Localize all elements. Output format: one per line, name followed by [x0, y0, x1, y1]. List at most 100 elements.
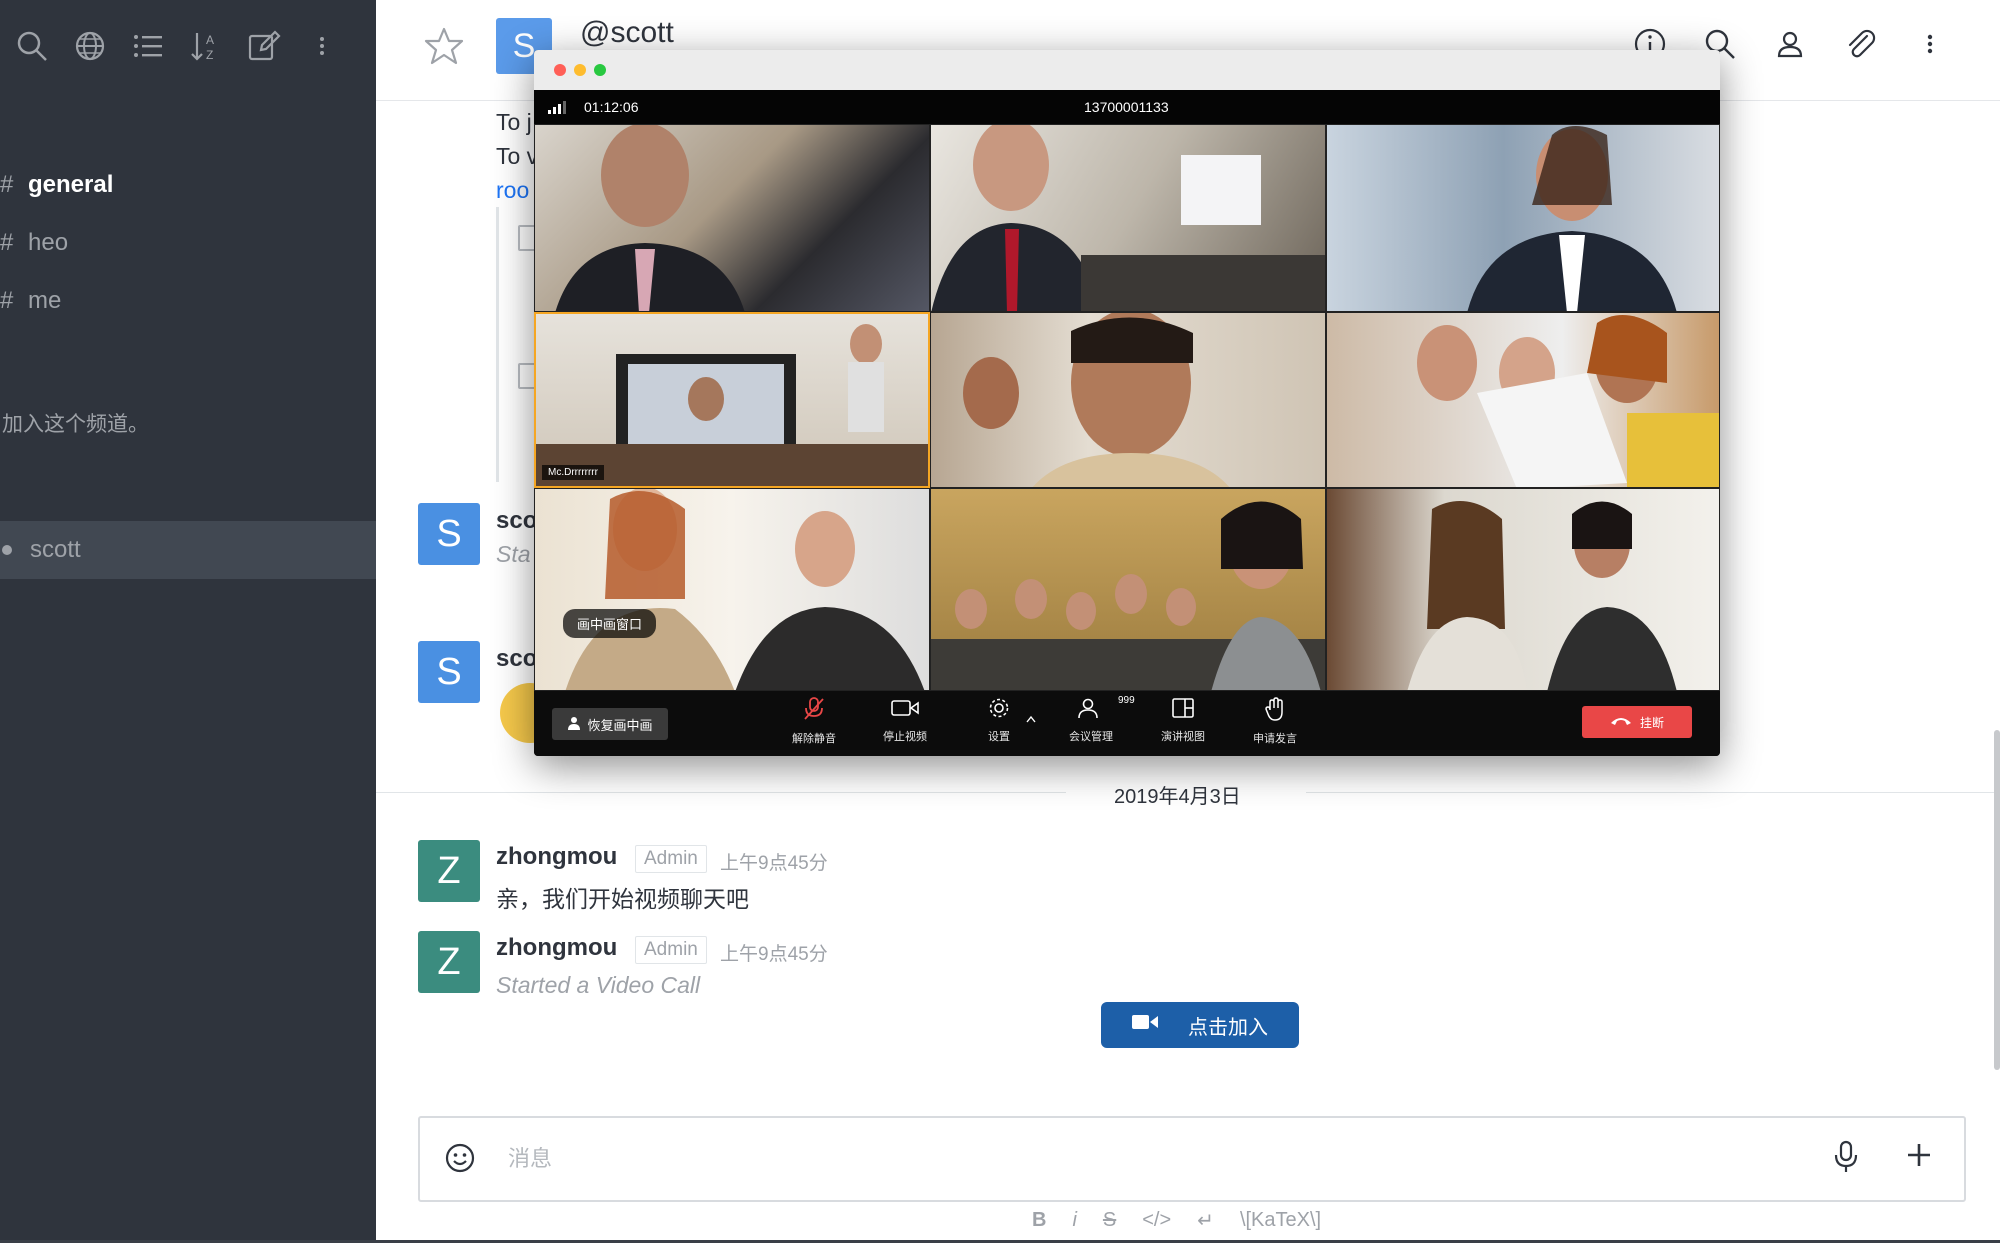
stop-video-button[interactable]: 停止视频 — [870, 697, 940, 744]
meeting-number: 13700001133 — [1084, 99, 1169, 115]
divider-line — [376, 792, 1066, 793]
channel-label: general — [28, 171, 114, 198]
participant-video-tile[interactable] — [1326, 312, 1720, 488]
call-control-bar: 恢复画中画 解除静音 停止视频 设置 999 会议管理 演讲视图 申请发言 挂断 — [534, 691, 1720, 756]
raise-hand-icon — [1265, 697, 1285, 724]
control-label: 演讲视图 — [1161, 731, 1205, 743]
hash-icon: # — [0, 287, 14, 314]
formatting-toolbar: B i S </> ↵ \[KaTeX\] — [1032, 1208, 1321, 1233]
user-icon[interactable] — [1770, 24, 1810, 64]
video-camera-icon — [1132, 1013, 1158, 1037]
close-window-button[interactable] — [554, 64, 566, 76]
sidebar-channel-heo[interactable]: # heo — [0, 214, 376, 272]
window-titlebar[interactable] — [534, 50, 1720, 91]
globe-icon[interactable] — [72, 28, 108, 64]
search-icon[interactable] — [14, 28, 50, 64]
svg-text:Z: Z — [206, 48, 213, 62]
emoji-picker-icon[interactable] — [444, 1142, 476, 1179]
katex-button[interactable]: \[KaTeX\] — [1240, 1209, 1321, 1232]
multiline-button[interactable]: ↵ — [1197, 1208, 1214, 1233]
participant-video-tile[interactable] — [930, 124, 1326, 312]
avatar[interactable]: S — [418, 641, 480, 703]
hash-icon: # — [0, 171, 14, 198]
participant-video-tile[interactable] — [930, 488, 1326, 691]
kebab-menu-icon[interactable] — [1910, 24, 1950, 64]
phone-hangup-icon — [1610, 715, 1632, 729]
pip-window-label: 画中画窗口 — [563, 609, 657, 638]
user-icon — [567, 716, 581, 733]
bold-button[interactable]: B — [1032, 1209, 1046, 1232]
italic-button[interactable]: i — [1072, 1209, 1076, 1232]
participant-video-tile[interactable] — [1326, 488, 1720, 691]
strike-button[interactable]: S — [1103, 1209, 1116, 1232]
username[interactable]: zhongmou — [496, 843, 617, 871]
channel-label: heo — [28, 229, 69, 256]
control-label: 申请发言 — [1253, 733, 1297, 745]
join-video-call-button[interactable]: 点击加入 — [1101, 1002, 1299, 1048]
channel-label: me — [28, 287, 62, 314]
plus-icon[interactable] — [1904, 1140, 1934, 1175]
status-dot — [2, 545, 12, 555]
message-text: To v — [496, 143, 539, 169]
call-timer: 01:12:06 — [584, 99, 639, 115]
layout-icon — [1172, 697, 1194, 722]
camera-icon — [891, 697, 919, 722]
message-time: 上午9点45分 — [720, 944, 828, 965]
hang-up-button[interactable]: 挂断 — [1582, 706, 1692, 738]
sidebar-dm-scott[interactable]: scott — [0, 521, 376, 579]
message-text: Started a Video Call — [496, 972, 701, 998]
participant-video-tile[interactable]: 画中画窗口 — [534, 488, 930, 691]
restore-pip-button[interactable]: 恢复画中画 — [552, 708, 668, 740]
raise-hand-button[interactable]: 申请发言 — [1240, 697, 1310, 746]
avatar[interactable]: Z — [418, 840, 480, 902]
sort-alpha-icon[interactable]: AZ — [188, 28, 224, 64]
message-composer — [418, 1116, 1966, 1202]
username[interactable]: sco — [496, 507, 537, 535]
avatar[interactable]: Z — [418, 931, 480, 993]
sidebar-channel-general[interactable]: # general — [0, 156, 376, 214]
participants-button[interactable]: 999 会议管理 — [1056, 695, 1135, 744]
scrollbar[interactable] — [1994, 730, 2000, 1070]
paperclip-icon[interactable] — [1840, 24, 1880, 64]
minimize-window-button[interactable] — [574, 64, 586, 76]
unmute-button[interactable]: 解除静音 — [779, 697, 849, 746]
edit-icon[interactable] — [246, 28, 282, 64]
message-link[interactable]: roo — [496, 177, 529, 204]
code-button[interactable]: </> — [1142, 1209, 1171, 1232]
sidebar-note: 加入这个频道。 — [2, 413, 149, 436]
hash-icon: # — [0, 229, 14, 256]
sidebar-channel-me[interactable]: # me — [0, 272, 376, 330]
participant-video-tile[interactable] — [1326, 124, 1720, 312]
participant-video-tile[interactable] — [930, 312, 1326, 488]
join-button-label: 点击加入 — [1188, 1016, 1268, 1039]
message-text: Sta — [496, 541, 531, 567]
sidebar-toolbar: AZ — [14, 28, 340, 64]
maximize-window-button[interactable] — [594, 64, 606, 76]
divider-line — [1306, 792, 2000, 793]
gear-icon — [988, 697, 1010, 722]
participant-video-tile[interactable] — [534, 124, 930, 312]
participants-icon: 999 — [1078, 695, 1135, 722]
role-badge: Admin — [635, 845, 707, 873]
star-icon[interactable] — [424, 26, 464, 71]
settings-chevron-up-icon[interactable] — [1021, 715, 1041, 723]
speaker-view-button[interactable]: 演讲视图 — [1148, 697, 1218, 744]
list-icon[interactable] — [130, 28, 166, 64]
control-label: 停止视频 — [883, 731, 927, 743]
hang-up-label: 挂断 — [1639, 715, 1664, 730]
message-input[interactable] — [506, 1138, 1610, 1180]
participant-name-tag: Mc.Drrrrrrrr — [542, 465, 604, 480]
avatar[interactable]: S — [418, 503, 480, 565]
participant-video-tile-active[interactable]: Mc.Drrrrrrrr — [534, 312, 930, 488]
mic-muted-icon — [803, 697, 825, 724]
video-call-window: 01:12:06 13700001133 Mc.Drrrrrrrr 画中画窗口 — [534, 50, 1720, 756]
username[interactable]: sco — [496, 645, 537, 673]
sidebar: AZ # general # heo # me 加入这个频道。 scott — [0, 0, 376, 1243]
microphone-icon[interactable] — [1834, 1140, 1858, 1179]
kebab-menu-icon[interactable] — [304, 28, 340, 64]
participant-count-badge: 999 — [1118, 695, 1135, 706]
username[interactable]: zhongmou — [496, 934, 617, 962]
date-separator: 2019年4月3日 — [1114, 786, 1241, 808]
message-text: To j — [496, 109, 532, 135]
message-text: 亲，我们开始视频聊天吧 — [496, 886, 749, 912]
